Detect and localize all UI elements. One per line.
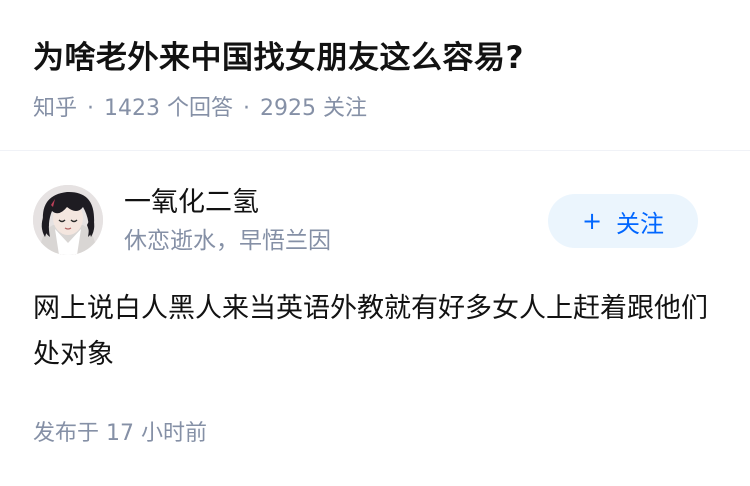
follower-count: 2925 <box>260 96 317 121</box>
divider <box>0 150 750 151</box>
publish-prefix: 发布于 <box>33 421 100 446</box>
meta-separator: · <box>243 96 251 121</box>
plus-icon: + <box>581 207 603 235</box>
publish-time: 发布于 17 小时前 <box>33 418 207 450</box>
follow-button[interactable]: + 关注 <box>548 194 698 248</box>
meta-separator: · <box>87 96 95 121</box>
question-meta: 知乎 · 1423 个回答 · 2925 关注 <box>33 93 367 125</box>
avatar[interactable] <box>33 185 103 255</box>
answer-count-label: 个回答 <box>167 96 234 121</box>
anime-avatar-icon <box>33 185 103 255</box>
source-label[interactable]: 知乎 <box>33 96 77 121</box>
author-row: 一氧化二氢 休恋逝水，早悟兰因 + 关注 <box>0 180 750 260</box>
publish-time-value: 17 小时前 <box>106 421 208 446</box>
answer-count: 1423 <box>104 96 161 121</box>
author-bio: 休恋逝水，早悟兰因 <box>124 228 331 254</box>
answer-content[interactable]: 网上说白人黑人来当英语外教就有好多女人上赶着跟他们处对象 <box>33 286 713 378</box>
follower-count-label: 关注 <box>323 96 368 121</box>
follow-button-label: 关注 <box>616 209 665 238</box>
author-name[interactable]: 一氧化二氢 <box>124 186 259 220</box>
question-title[interactable]: 为啥老外来中国找女朋友这么容易? <box>33 36 524 80</box>
question-header: 为啥老外来中国找女朋友这么容易? 知乎 · 1423 个回答 · 2925 关注 <box>0 0 750 150</box>
